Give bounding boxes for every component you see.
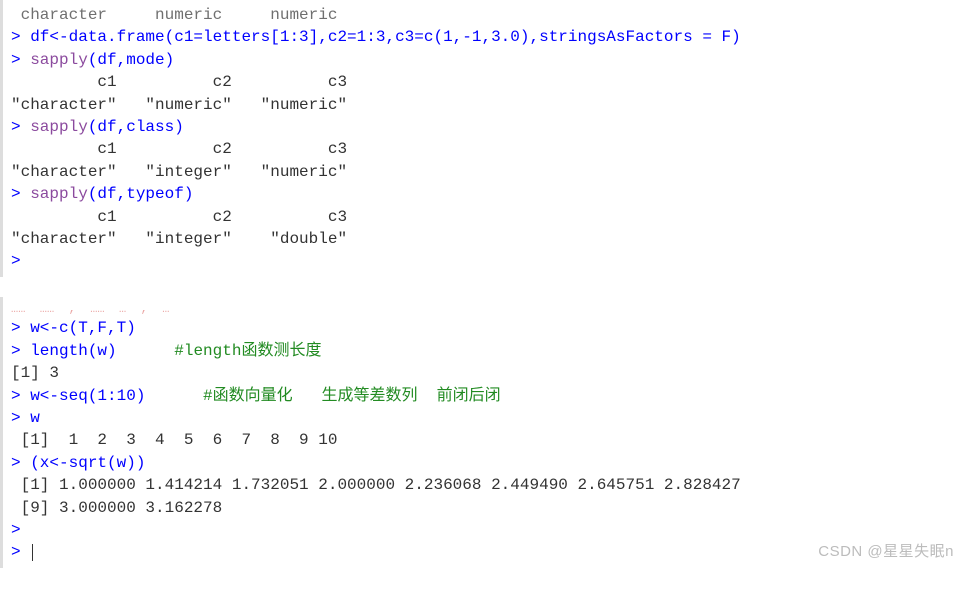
prompt: > bbox=[11, 252, 30, 270]
comment: #函数向量化 生成等差数列 前闭后闭 bbox=[203, 387, 501, 405]
input-line: > sapply(df,mode) bbox=[11, 49, 964, 71]
output-line: [1] 1.000000 1.414214 1.732051 2.000000 … bbox=[11, 474, 964, 496]
code-text: df<-data.frame(c1=letters[1:3],c2=1:3,c3… bbox=[30, 28, 741, 46]
input-line: > bbox=[11, 541, 964, 563]
code-text: (df,typeof) bbox=[88, 185, 194, 203]
prompt: > bbox=[11, 387, 30, 405]
function-call: sapply bbox=[30, 185, 88, 203]
input-line: > w<-c(T,F,T) bbox=[11, 317, 964, 339]
block1-lines: > df<-data.frame(c1=letters[1:3],c2=1:3,… bbox=[11, 26, 964, 272]
truncated-red-text: …… …… , …… … , … bbox=[11, 301, 964, 318]
prompt: > bbox=[11, 342, 30, 360]
input-line: > bbox=[11, 519, 964, 541]
output-text: "character" "numeric" "numeric" bbox=[11, 96, 357, 114]
input-line: > bbox=[11, 250, 964, 272]
r-console-block-1: character numeric numeric > df<-data.fra… bbox=[0, 0, 972, 277]
code-text: (x<-sqrt(w)) bbox=[30, 454, 145, 472]
input-line: > length(w) #length函数测长度 bbox=[11, 340, 964, 362]
output-line: [1] 3 bbox=[11, 362, 964, 384]
code-text: w<-c(T,F,T) bbox=[30, 319, 136, 337]
prompt: > bbox=[11, 28, 30, 46]
function-call: sapply bbox=[30, 51, 88, 69]
output-text: [9] 3.000000 3.162278 bbox=[11, 499, 222, 517]
input-line: > w<-seq(1:10) #函数向量化 生成等差数列 前闭后闭 bbox=[11, 385, 964, 407]
prompt: > bbox=[11, 51, 30, 69]
output-line: [1] 1 2 3 4 5 6 7 8 9 10 bbox=[11, 429, 964, 451]
input-line: > sapply(df,class) bbox=[11, 116, 964, 138]
output-text: c1 c2 c3 bbox=[11, 73, 357, 91]
prompt: > bbox=[11, 319, 30, 337]
comment: #length函数测长度 bbox=[174, 342, 321, 360]
output-line: c1 c2 c3 bbox=[11, 71, 964, 93]
input-line: > (x<-sqrt(w)) bbox=[11, 452, 964, 474]
r-console-block-2: …… …… , …… … , … > w<-c(T,F,T)> length(w… bbox=[0, 297, 972, 568]
output-text: "character" "integer" "double" bbox=[11, 230, 357, 248]
output-line: "character" "numeric" "numeric" bbox=[11, 94, 964, 116]
output-text: [1] 1.000000 1.414214 1.732051 2.000000 … bbox=[11, 476, 741, 494]
code-text: (df,mode) bbox=[88, 51, 174, 69]
input-line: > sapply(df,typeof) bbox=[11, 183, 964, 205]
output-text: c1 c2 c3 bbox=[11, 140, 357, 158]
output-line: [9] 3.000000 3.162278 bbox=[11, 497, 964, 519]
cursor bbox=[32, 544, 33, 561]
code-text: (df,class) bbox=[88, 118, 184, 136]
code-text: w<-seq(1:10) bbox=[30, 387, 203, 405]
input-line: > df<-data.frame(c1=letters[1:3],c2=1:3,… bbox=[11, 26, 964, 48]
input-line: > w bbox=[11, 407, 964, 429]
output-text: c1 c2 c3 bbox=[11, 208, 357, 226]
code-text: length(w) bbox=[30, 342, 174, 360]
output-line: c1 c2 c3 bbox=[11, 138, 964, 160]
prompt: > bbox=[11, 543, 30, 561]
block2-lines: > w<-c(T,F,T)> length(w) #length函数测长度[1]… bbox=[11, 317, 964, 563]
output-text: [1] 1 2 3 4 5 6 7 8 9 10 bbox=[11, 431, 337, 449]
output-line: "character" "integer" "numeric" bbox=[11, 161, 964, 183]
prompt: > bbox=[11, 521, 30, 539]
truncated-output: character numeric numeric bbox=[11, 4, 964, 26]
function-call: sapply bbox=[30, 118, 88, 136]
output-text: [1] 3 bbox=[11, 364, 59, 382]
prompt: > bbox=[11, 454, 30, 472]
code-text: w bbox=[30, 409, 40, 427]
prompt: > bbox=[11, 118, 30, 136]
output-line: "character" "integer" "double" bbox=[11, 228, 964, 250]
output-text: "character" "integer" "numeric" bbox=[11, 163, 357, 181]
output-line: c1 c2 c3 bbox=[11, 206, 964, 228]
prompt: > bbox=[11, 185, 30, 203]
prompt: > bbox=[11, 409, 30, 427]
